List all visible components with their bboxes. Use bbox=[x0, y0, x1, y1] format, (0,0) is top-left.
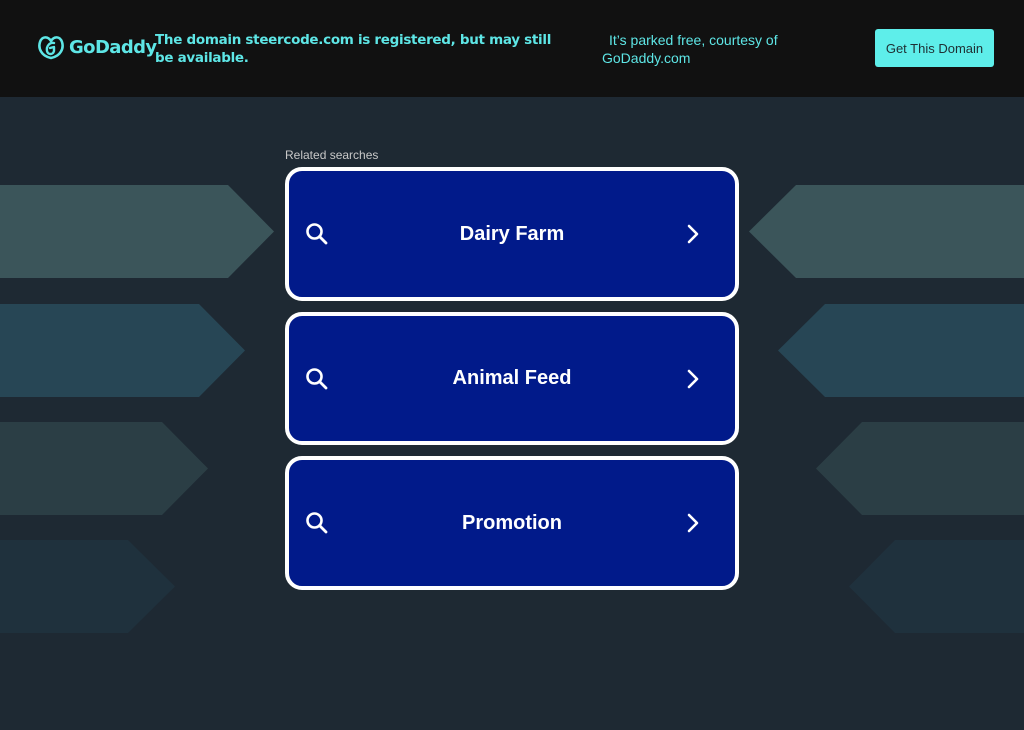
chevron-right-icon bbox=[687, 224, 699, 244]
arrow-right-2 bbox=[778, 304, 1024, 397]
arrow-right-1 bbox=[749, 185, 1024, 278]
related-search-button[interactable]: Promotion bbox=[285, 456, 739, 590]
related-search-label: Dairy Farm bbox=[459, 222, 565, 245]
arrow-left-4 bbox=[0, 540, 175, 633]
chevron-right-icon bbox=[687, 369, 699, 388]
arrow-left-1 bbox=[0, 185, 274, 278]
related-search-label: Promotion bbox=[462, 511, 562, 534]
related-search-button[interactable]: Animal Feed bbox=[285, 312, 739, 445]
arrow-right-3 bbox=[816, 422, 1024, 515]
related-search-button[interactable]: Dairy Farm bbox=[285, 167, 739, 301]
arrow-left-2 bbox=[0, 304, 245, 397]
arrow-left-3 bbox=[0, 422, 208, 515]
search-icon bbox=[306, 512, 328, 534]
related-searches-label: Related searches bbox=[285, 148, 379, 162]
arrow-right-4 bbox=[849, 540, 1024, 633]
related-search-label: Animal Feed bbox=[452, 367, 572, 389]
search-icon bbox=[306, 367, 328, 389]
search-icon bbox=[306, 223, 328, 245]
chevron-right-icon bbox=[687, 513, 699, 533]
